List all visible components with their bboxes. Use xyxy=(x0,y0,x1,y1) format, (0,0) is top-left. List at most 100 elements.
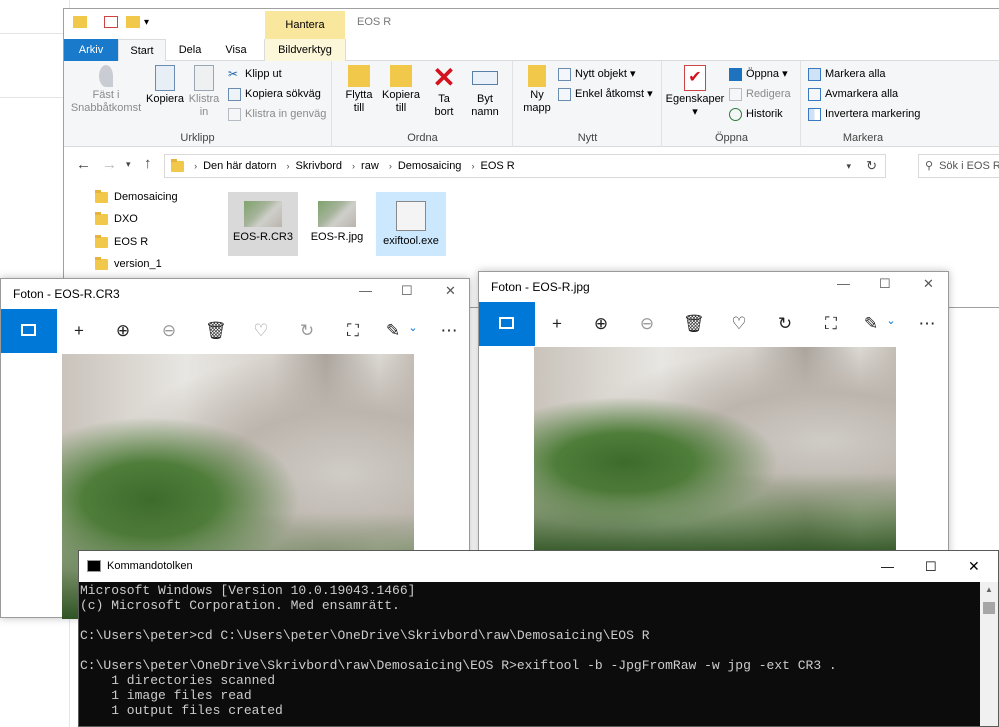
heart-icon[interactable]: ♡ xyxy=(729,314,749,334)
move-label-1: Flytta xyxy=(345,89,373,101)
tab-dela[interactable]: Dela xyxy=(168,39,212,61)
rotate-icon[interactable]: ↻ xyxy=(775,314,795,334)
file-item[interactable]: exiftool.exe xyxy=(376,192,446,256)
minimize-icon[interactable]: — xyxy=(837,276,850,291)
tab-start[interactable]: Start xyxy=(118,39,166,62)
open-button[interactable]: Öppna ▾ xyxy=(729,65,788,83)
close-icon[interactable]: ✕ xyxy=(923,276,934,292)
back-arrow-icon[interactable]: ← xyxy=(76,156,91,173)
console-line: C:\Users\peter>cd C:\Users\peter\OneDriv… xyxy=(80,628,650,643)
copy-to-button[interactable]: Kopiera till xyxy=(379,65,423,115)
cut-button[interactable]: ✂ Klipp ut xyxy=(228,65,282,83)
rename-label-2: namn xyxy=(471,106,499,118)
forward-arrow-icon[interactable]: → xyxy=(102,156,117,173)
nav-item[interactable]: DXO xyxy=(95,209,138,229)
zoom-out-icon[interactable]: ⊖ xyxy=(159,321,179,341)
crop-icon[interactable]: ⛶ xyxy=(821,314,841,334)
new-item-button[interactable]: Nytt objekt ▾ xyxy=(558,65,636,83)
command-prompt-window: Kommandotolken — ☐ ✕ Microsoft Windows [… xyxy=(78,550,999,727)
rotate-icon[interactable]: ↻ xyxy=(297,321,317,341)
up-arrow-icon[interactable]: ↑ xyxy=(144,155,152,172)
copy-button[interactable]: Kopiera xyxy=(144,65,186,106)
select-none-button[interactable]: Avmarkera alla xyxy=(808,85,898,103)
address-bar[interactable]: › Den här datorn › Skrivbord › raw › Demosai… xyxy=(164,154,886,178)
cmd-icon xyxy=(87,560,101,572)
edit-draw-icon[interactable]: ✎ xyxy=(861,314,881,334)
breadcrumb-item[interactable]: raw xyxy=(361,155,379,177)
delete-icon[interactable]: 🗑 xyxy=(205,321,227,341)
file-name: exiftool.exe xyxy=(383,235,439,247)
quick-access-toolbar: ▾ Hantera EOS R xyxy=(64,9,999,39)
heart-icon[interactable]: ♡ xyxy=(251,321,271,341)
image-view-button[interactable] xyxy=(479,302,535,346)
invert-selection-icon xyxy=(808,107,821,121)
maximize-icon[interactable]: ☐ xyxy=(879,276,891,292)
new-folder-button[interactable]: Ny mapp xyxy=(518,65,556,115)
scroll-up-icon[interactable]: ▲ xyxy=(985,585,993,594)
crop-icon[interactable]: ⛶ xyxy=(343,321,363,341)
zoom-in-icon[interactable]: ⊕ xyxy=(591,314,611,334)
group-label-ordna: Ordna xyxy=(407,132,438,144)
new-item-label: Nytt objekt xyxy=(575,68,627,80)
more-icon[interactable]: ⋯ xyxy=(439,321,459,341)
paste-button[interactable]: Klistra in xyxy=(186,65,222,119)
rename-button[interactable]: Byt namn xyxy=(465,65,505,119)
close-icon[interactable]: ✕ xyxy=(968,551,980,582)
minimize-icon[interactable]: — xyxy=(881,551,894,582)
refresh-icon[interactable]: ↻ xyxy=(866,155,877,177)
maximize-icon[interactable]: ☐ xyxy=(401,283,413,299)
console-output[interactable]: Microsoft Windows [Version 10.0.19043.14… xyxy=(79,582,980,726)
customize-qat-icon[interactable]: ▾ xyxy=(144,17,154,29)
more-icon[interactable]: ⋯ xyxy=(917,314,937,334)
scrollbar-thumb[interactable] xyxy=(983,602,995,614)
nav-item[interactable]: EOS R xyxy=(95,232,148,252)
properties-button[interactable]: ✔ Egenskaper ▾ xyxy=(665,65,725,119)
paste-shortcut-button[interactable]: Klistra in genväg xyxy=(228,105,326,123)
tool-tab-header: Hantera xyxy=(265,11,345,39)
chevron-down-icon[interactable]: ⌄ xyxy=(881,314,901,327)
delete-icon[interactable]: 🗑 xyxy=(683,314,705,334)
console-line: ​ xyxy=(80,643,980,658)
photo-foreground xyxy=(534,473,896,557)
address-dropdown-icon[interactable]: ▾ xyxy=(846,155,851,177)
breadcrumb-item[interactable]: Skrivbord xyxy=(296,155,342,177)
console-line: Microsoft Windows [Version 10.0.19043.14… xyxy=(80,583,416,598)
nav-item[interactable]: Demosaicing xyxy=(95,187,178,207)
chevron-right-icon: › xyxy=(194,161,198,171)
copy-icon xyxy=(155,65,175,91)
file-item[interactable]: EOS-R.CR3 xyxy=(228,192,298,256)
copy-to-icon xyxy=(390,65,412,87)
chevron-down-icon[interactable]: ⌄ xyxy=(403,321,423,334)
maximize-icon[interactable]: ☐ xyxy=(925,551,937,582)
add-icon[interactable]: + xyxy=(547,314,567,334)
recent-dropdown-icon[interactable]: ▾ xyxy=(126,159,131,170)
image-view-button[interactable] xyxy=(1,309,57,353)
breadcrumb-item[interactable]: Demosaicing xyxy=(398,155,462,177)
breadcrumb-item[interactable]: Den här datorn xyxy=(203,155,276,177)
history-button[interactable]: Historik xyxy=(729,105,783,123)
select-all-button[interactable]: Markera alla xyxy=(808,65,886,83)
properties-qat-icon[interactable] xyxy=(104,16,118,28)
copy-path-button[interactable]: Kopiera sökväg xyxy=(228,85,321,103)
nav-item[interactable]: version_1 xyxy=(95,254,162,274)
file-item[interactable]: EOS-R.jpg xyxy=(302,192,372,256)
breadcrumb-item[interactable]: EOS R xyxy=(481,155,515,177)
zoom-in-icon[interactable]: ⊕ xyxy=(113,321,133,341)
invert-selection-button[interactable]: Invertera markering xyxy=(808,105,920,123)
scrollbar[interactable]: ▲ xyxy=(980,582,998,726)
tab-arkiv[interactable]: Arkiv xyxy=(64,39,118,61)
zoom-out-icon[interactable]: ⊖ xyxy=(637,314,657,334)
easy-access-button[interactable]: Enkel åtkomst ▾ xyxy=(558,85,653,103)
delete-button[interactable]: ✕ Ta bort xyxy=(425,64,463,119)
tab-bildverktyg[interactable]: Bildverktyg xyxy=(264,39,346,61)
add-icon[interactable]: + xyxy=(69,321,89,341)
tab-visa[interactable]: Visa xyxy=(214,39,258,61)
pin-button[interactable]: Fäst i Snabbåtkomst xyxy=(68,65,144,115)
close-icon[interactable]: ✕ xyxy=(445,283,456,299)
search-input[interactable]: ⚲ Sök i EOS R xyxy=(918,154,999,178)
minimize-icon[interactable]: — xyxy=(359,283,372,298)
move-to-button[interactable]: Flytta till xyxy=(339,65,379,115)
edit-button[interactable]: Redigera xyxy=(729,85,791,103)
edit-draw-icon[interactable]: ✎ xyxy=(383,321,403,341)
new-folder-qat-icon[interactable] xyxy=(126,16,140,28)
